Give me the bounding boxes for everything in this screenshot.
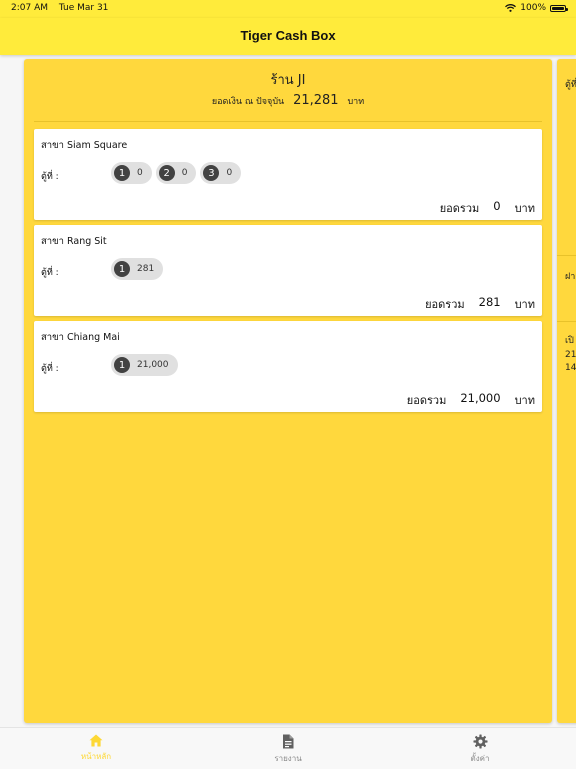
box-value: 0: [181, 168, 188, 178]
tab-settings[interactable]: ตั้งค่า: [450, 734, 510, 765]
balance-label: ยอดเงิน ณ ปัจจุบัน: [211, 97, 285, 107]
box-label: ตู้ที่ :: [41, 172, 59, 182]
branch-total: ยอดรวม 21,000 บาท: [407, 391, 535, 409]
box-number-badge: 2: [158, 165, 175, 181]
box-number-badge: 1: [114, 357, 130, 373]
branch-card-rang-sit[interactable]: สาขา Rang Sit ตู้ที่ : 1 281 ยอดรวม 281 …: [34, 225, 542, 316]
side-panel-text: 14: [565, 363, 576, 373]
total-currency: บาท: [514, 202, 535, 215]
branch-card-chiang-mai[interactable]: สาขา Chiang Mai ตู้ที่ : 1 21,000 ยอดรวม…: [34, 321, 542, 412]
box-value: 21,000: [137, 360, 169, 370]
app-bar: Tiger Cash Box: [0, 18, 576, 55]
box-chip[interactable]: 3 0: [200, 162, 242, 184]
branch-total: ยอดรวม 0 บาท: [440, 199, 535, 217]
divider: [557, 321, 576, 322]
tab-home[interactable]: หน้าหลัก: [66, 734, 126, 763]
branch-name: สาขา Rang Sit: [41, 236, 107, 247]
box-chip[interactable]: 1 21,000: [111, 354, 178, 376]
tab-settings-label: ตั้งค่า: [470, 754, 490, 763]
tab-report[interactable]: รายงาน: [258, 734, 318, 765]
divider: [34, 121, 542, 122]
app-title: Tiger Cash Box: [240, 28, 336, 43]
home-icon: [89, 734, 103, 747]
status-time: 2:07 AM: [11, 3, 48, 13]
battery-percent: 100%: [520, 3, 546, 13]
status-date: Tue Mar 31: [58, 3, 109, 13]
box-value: 0: [137, 168, 143, 178]
box-chips: 1 281: [111, 258, 164, 280]
balance-value: 21,281: [293, 93, 339, 108]
shop-name: ร้าน JI: [270, 73, 306, 88]
box-chips: 1 21,000: [111, 354, 178, 376]
current-balance: ยอดเงิน ณ ปัจจุบัน 21,281 บาท: [24, 93, 552, 108]
box-label: ตู้ที่ :: [41, 268, 59, 278]
divider: [557, 255, 576, 256]
total-value: 281: [478, 295, 501, 309]
gear-icon: [472, 734, 488, 749]
box-value: 281: [137, 264, 155, 274]
side-panel[interactable]: ตู้ที่ ฝา เปิ 21 14: [557, 59, 576, 723]
side-panel-text: 21: [565, 350, 576, 360]
box-chip[interactable]: 1 0: [111, 162, 152, 184]
side-panel-text: ฝา: [565, 272, 576, 282]
battery-icon: [550, 4, 568, 12]
side-panel-text: เปิ: [565, 336, 574, 346]
branch-name: สาขา Chiang Mai: [41, 332, 120, 343]
box-value: 0: [226, 168, 233, 178]
shop-panel: ร้าน JI ยอดเงิน ณ ปัจจุบัน 21,281 บาท สา…: [24, 59, 552, 723]
box-number-badge: 3: [203, 165, 220, 181]
total-label: ยอดรวม: [425, 298, 465, 311]
box-number-badge: 1: [114, 261, 130, 277]
branch-total: ยอดรวม 281 บาท: [425, 295, 535, 313]
box-chips: 1 0 2 0 3 0: [111, 162, 242, 184]
total-label: ยอดรวม: [439, 202, 480, 215]
bottom-nav: หน้าหลัก รายงาน ตั้งค่า: [0, 727, 576, 769]
document-icon: [283, 734, 294, 749]
status-bar: 2:07 AM Tue Mar 31 100%: [0, 0, 576, 18]
box-chip[interactable]: 1 281: [111, 258, 164, 280]
tab-report-label: รายงาน: [274, 754, 302, 763]
box-label: ตู้ที่ :: [41, 364, 59, 374]
branch-card-siam-square[interactable]: สาขา Siam Square ตู้ที่ : 1 0 2 0 3 0 ยอ…: [34, 129, 542, 220]
wifi-icon: [505, 4, 517, 12]
side-panel-title: ตู้ที่: [565, 80, 576, 90]
box-number-badge: 1: [114, 165, 130, 181]
total-currency: บาท: [514, 298, 535, 311]
tab-home-label: หน้าหลัก: [80, 752, 112, 761]
total-value: 0: [493, 199, 501, 213]
box-chip[interactable]: 2 0: [155, 162, 197, 184]
total-currency: บาท: [514, 394, 535, 407]
branch-name: สาขา Siam Square: [41, 140, 128, 151]
total-label: ยอดรวม: [406, 394, 447, 407]
total-value: 21,000: [460, 391, 501, 405]
balance-currency: บาท: [347, 97, 365, 107]
